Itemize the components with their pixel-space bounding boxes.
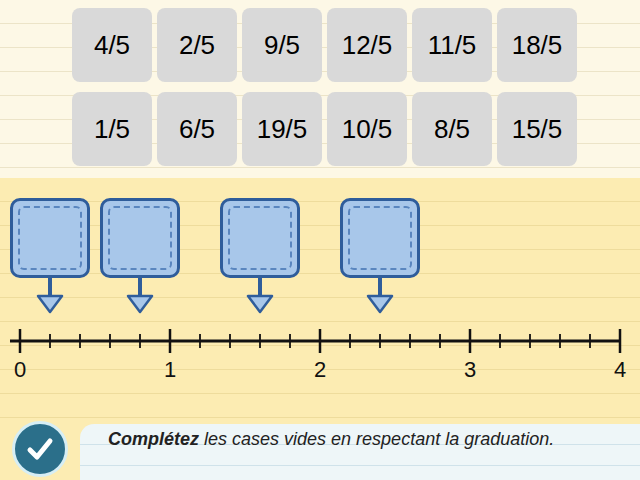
number-line-area: 0 1 2 3 4 [0,178,640,418]
tick-label: 3 [464,357,476,382]
tile-row: 1/56/519/510/58/515/5 [72,92,640,166]
instruction-rest: les cases vides en respectant la graduat… [204,429,554,449]
fraction-tile[interactable]: 15/5 [497,92,577,166]
fraction-tile[interactable]: 2/5 [157,8,237,82]
tick-label: 2 [314,357,326,382]
pointer-arrow-icon [365,278,395,316]
number-line: 0 1 2 3 4 [0,326,640,386]
fraction-tile[interactable]: 6/5 [157,92,237,166]
answer-slot[interactable] [340,198,420,316]
fraction-tile[interactable]: 19/5 [242,92,322,166]
tile-row: 4/52/59/512/511/518/5 [72,8,640,82]
slot-box[interactable] [100,198,180,278]
pointer-arrow-icon [35,278,65,316]
fraction-tile[interactable]: 8/5 [412,92,492,166]
pointer-arrow-icon [125,278,155,316]
slot-box[interactable] [340,198,420,278]
slot-box[interactable] [10,198,90,278]
fraction-tile[interactable]: 10/5 [327,92,407,166]
tick-label: 1 [164,357,176,382]
fraction-tile[interactable]: 11/5 [412,8,492,82]
fraction-tile[interactable]: 18/5 [497,8,577,82]
answer-slot[interactable] [220,198,300,316]
tick-label: 4 [614,357,626,382]
fraction-tile[interactable]: 4/5 [72,8,152,82]
slot-box[interactable] [220,198,300,278]
instruction-text: Complétez les cases vides en respectant … [80,424,640,480]
answer-slot[interactable] [10,198,90,316]
tick-label: 0 [14,357,26,382]
instruction-emphasis: Complétez [108,429,199,449]
tile-tray: 4/52/59/512/511/518/5 1/56/519/510/58/515… [0,0,640,178]
fraction-tile[interactable]: 12/5 [327,8,407,82]
instruction-bar: Complétez les cases vides en respectant … [0,418,640,480]
fraction-tile[interactable]: 9/5 [242,8,322,82]
fraction-tile[interactable]: 1/5 [72,92,152,166]
pointer-arrow-icon [245,278,275,316]
validate-button[interactable] [12,421,68,477]
app: 4/52/59/512/511/518/51/56/519/510/58/515… [0,0,640,480]
check-icon [24,433,56,465]
answer-slot[interactable] [100,198,180,316]
